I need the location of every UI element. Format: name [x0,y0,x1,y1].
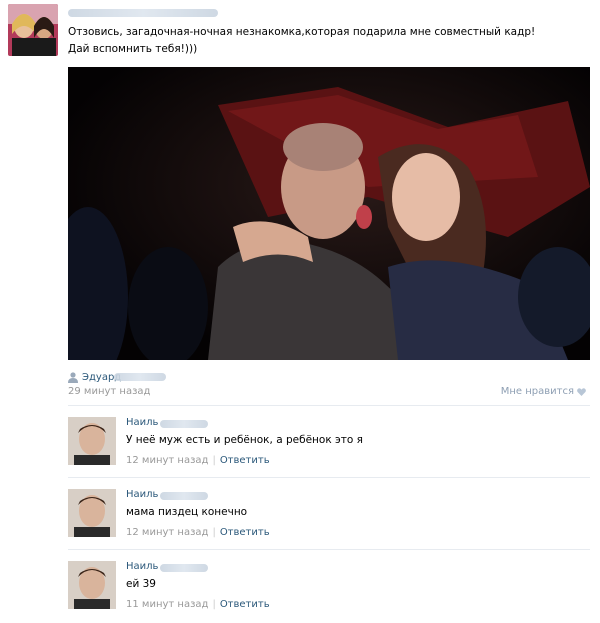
poster-name-blurred[interactable] [68,9,218,17]
comment-meta: 12 минут назад | Ответить [126,455,270,466]
author-surname-blurred [114,373,166,381]
commenter-avatar[interactable] [68,489,116,537]
commenter-name[interactable]: Наиль [126,561,158,572]
separator: | [212,527,216,538]
reply-link[interactable]: Ответить [220,599,270,610]
comment-text: У неё муж есть и ребёнок, а ребёнок это … [126,434,363,446]
commenter-surname-blurred [160,420,208,428]
comment-meta: 12 минут назад | Ответить [126,527,270,538]
divider [68,405,590,406]
divider [68,477,590,478]
reply-link[interactable]: Ответить [220,527,270,538]
post-text-line: Дай вспомнить тебя!))) [68,43,198,55]
comment-text: мама пиздец конечно [126,506,248,518]
commenter-name[interactable]: Наиль [126,417,158,428]
divider [68,549,590,550]
like-label: Мне нравится [500,386,574,397]
comment-time[interactable]: 12 минут назад [126,527,208,538]
like-button[interactable]: Мне нравится [501,386,586,397]
commenter-name[interactable]: Наиль [126,489,158,500]
comment-time[interactable]: 12 минут назад [126,455,208,466]
post-photo[interactable] [68,67,590,360]
comment-time[interactable]: 11 минут назад [126,599,208,610]
separator: | [212,455,216,466]
commenter-surname-blurred [160,492,208,500]
heart-icon [577,387,586,396]
post-text-line: Отзовись, загадочная-ночная незнакомка,к… [68,26,536,38]
person-icon [68,371,78,383]
comment-meta: 11 минут назад | Ответить [126,599,270,610]
commenter-avatar[interactable] [68,417,116,465]
reply-link[interactable]: Ответить [220,455,270,466]
separator: | [212,599,216,610]
post-time[interactable]: 29 минут назад [68,386,150,397]
commenter-surname-blurred [160,564,208,572]
comment-text: ей 39 [126,578,156,590]
commenter-avatar[interactable] [68,561,116,609]
poster-avatar[interactable] [8,4,58,56]
post-text: Отзовись, загадочная-ночная незнакомка,к… [68,24,588,58]
